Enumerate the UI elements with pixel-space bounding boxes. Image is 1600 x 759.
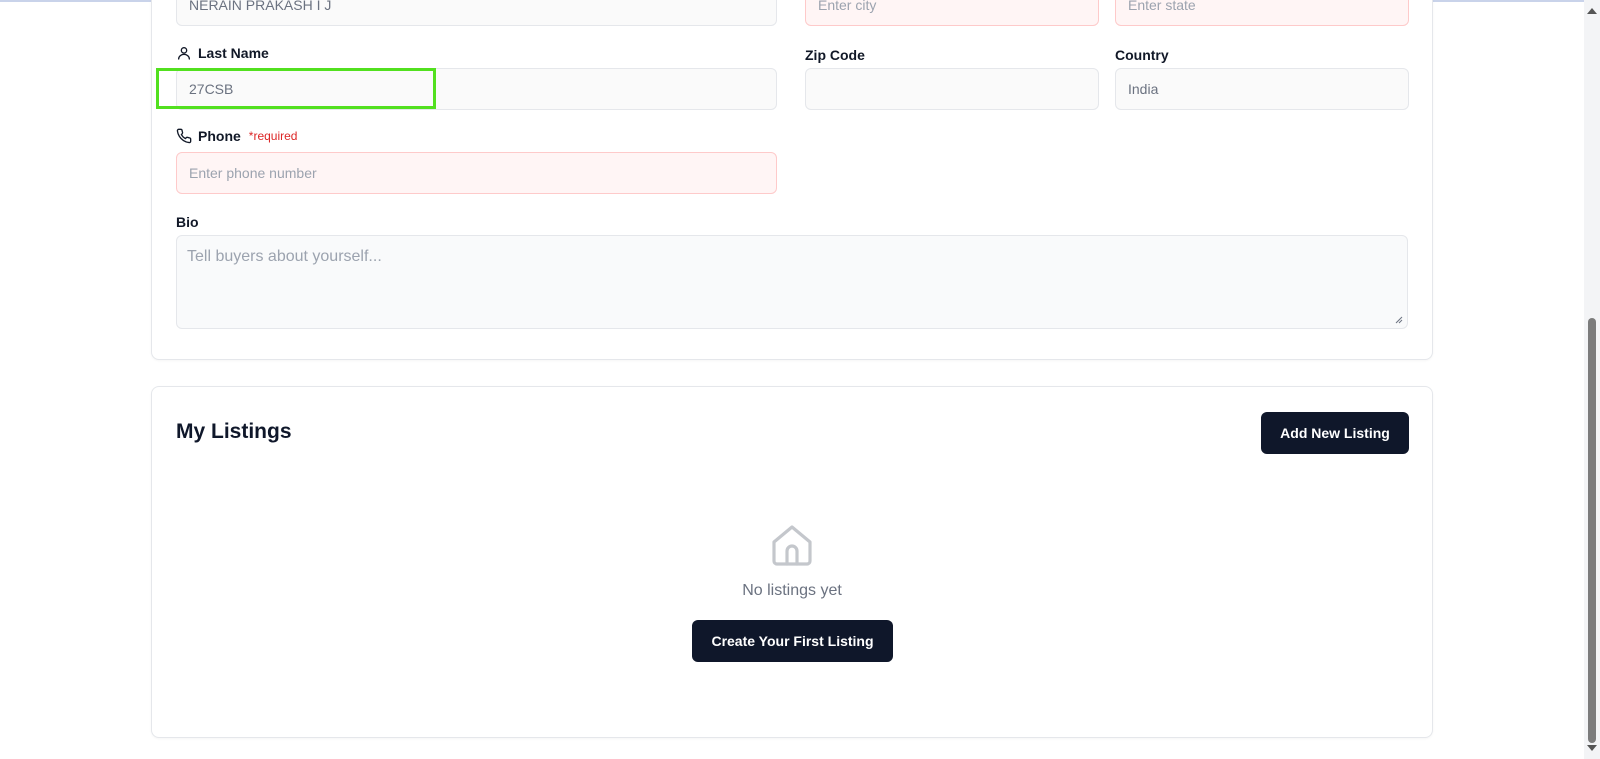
empty-state-text: No listings yet [742,582,842,599]
create-first-listing-button[interactable]: Create Your First Listing [692,620,893,662]
resize-grip-icon[interactable] [1395,316,1403,324]
first-name-value: NERAIN PRAKASH I J [189,0,332,13]
zip-code-input[interactable] [805,68,1099,110]
bio-label: Bio [176,214,199,230]
bio-placeholder: Tell buyers about yourself... [187,248,382,265]
state-input[interactable]: Enter state [1115,0,1409,26]
zip-code-label: Zip Code [805,47,865,63]
scroll-up-arrow-icon[interactable] [1587,8,1597,14]
scrollbar[interactable] [1584,0,1600,759]
last-name-input[interactable]: 27CSB [176,68,777,110]
bio-textarea[interactable]: Tell buyers about yourself... [176,235,1408,329]
city-placeholder: Enter city [818,0,877,13]
first-name-input[interactable]: NERAIN PRAKASH I J [176,0,777,26]
phone-input[interactable]: Enter phone number [176,152,777,194]
bio-label-text: Bio [176,214,199,230]
phone-label-text: Phone [198,128,241,144]
country-label: Country [1115,47,1169,63]
phone-placeholder: Enter phone number [189,165,317,181]
user-icon [178,47,190,60]
last-name-label: Last Name [176,45,269,61]
home-icon [772,525,812,566]
country-label-text: Country [1115,47,1169,63]
phone-required-badge: *required [248,129,298,143]
country-value: India [1128,81,1159,97]
last-name-label-text: Last Name [198,45,269,61]
zip-code-label-text: Zip Code [805,47,865,63]
city-input[interactable]: Enter city [805,0,1099,26]
phone-icon [176,128,192,144]
phone-label: Phone *required [176,128,297,144]
state-placeholder: Enter state [1128,0,1196,13]
last-name-value: 27CSB [189,81,234,97]
listings-title: My Listings [176,420,292,443]
scroll-down-arrow-icon[interactable] [1587,745,1597,751]
add-new-listing-button[interactable]: Add New Listing [1261,412,1409,454]
country-input[interactable]: India [1115,68,1409,110]
scrollbar-thumb[interactable] [1588,318,1596,743]
